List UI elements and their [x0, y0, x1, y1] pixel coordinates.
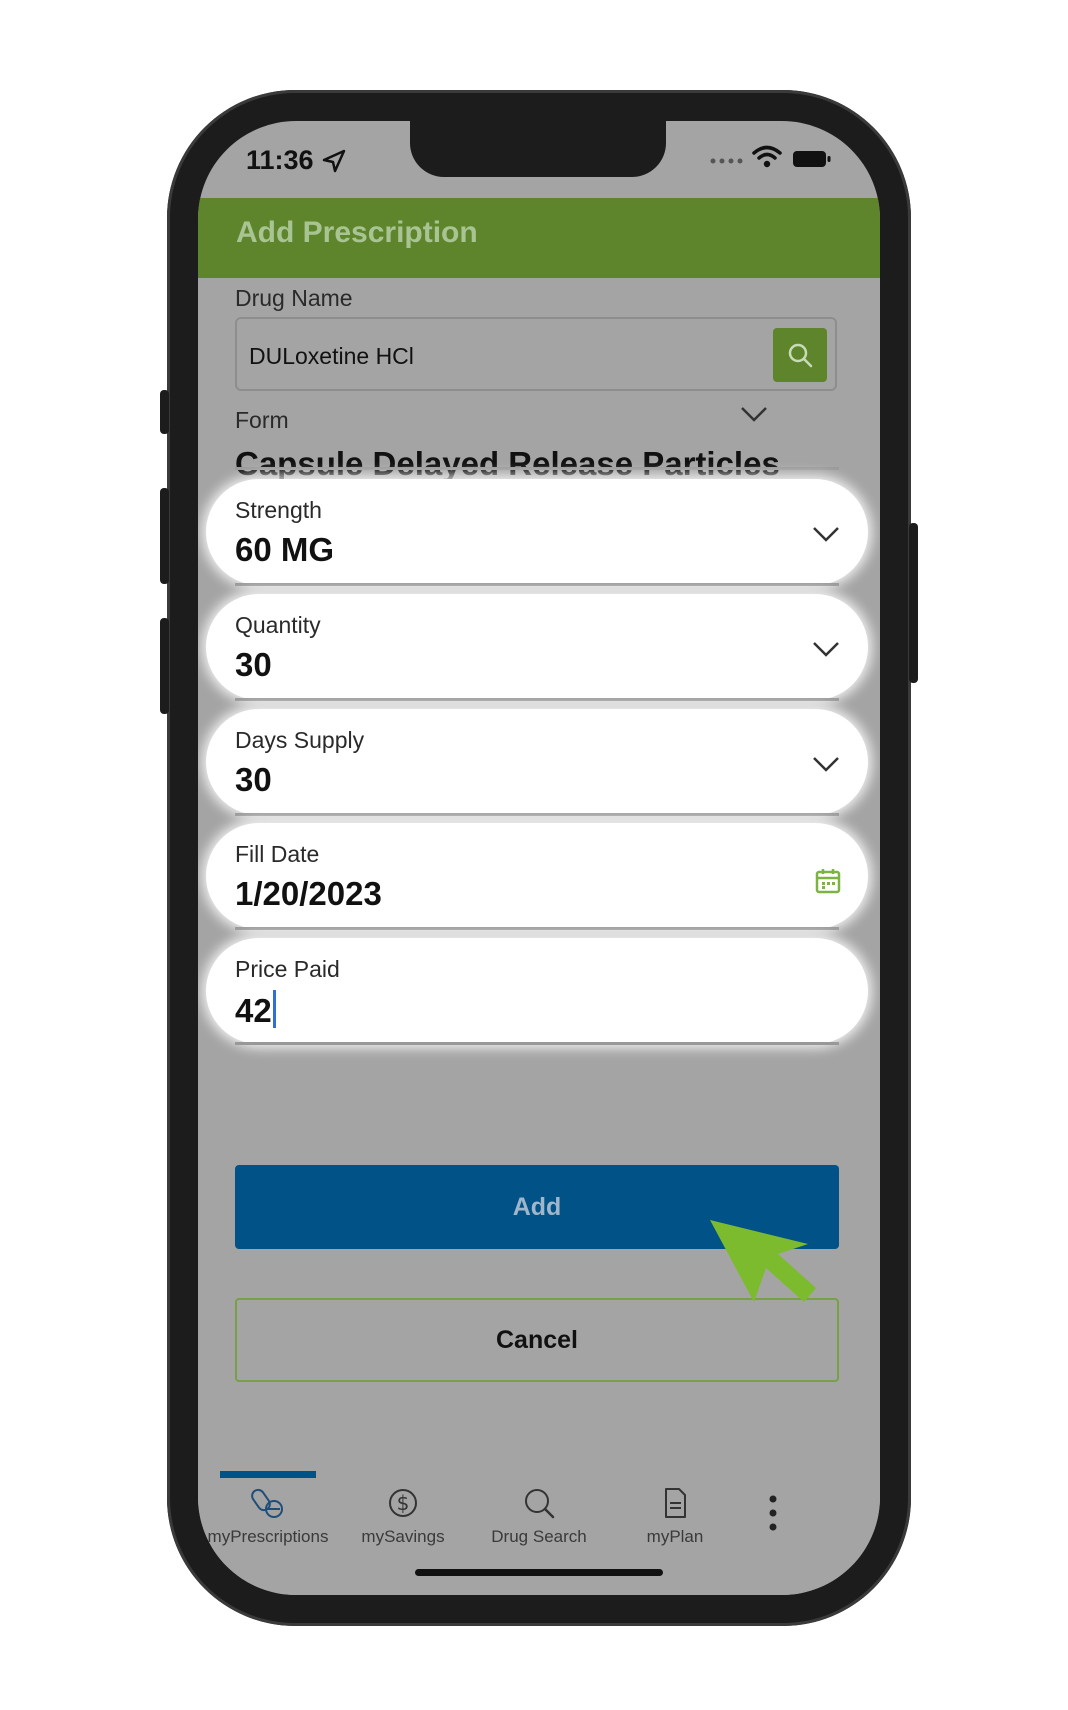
quantity-value: 30 — [235, 646, 272, 683]
active-tab-indicator — [220, 1471, 316, 1478]
chevron-down-icon — [813, 642, 839, 657]
strength-value: 60 MG — [235, 531, 335, 568]
fill-date-field[interactable]: Fill Date 1/20/2023 — [206, 823, 868, 929]
price-paid-field[interactable]: Price Paid 42 — [206, 938, 868, 1044]
pills-icon — [251, 1488, 283, 1518]
phone-side-button — [160, 618, 169, 714]
quantity-select[interactable]: Quantity 30 — [206, 594, 868, 700]
phone-side-button — [160, 488, 169, 584]
quantity-label: Quantity — [235, 612, 321, 638]
tab-myprescriptions[interactable]: myPrescriptions — [198, 1485, 343, 1547]
strength-select[interactable]: Strength 60 MG — [206, 479, 868, 585]
days-supply-label: Days Supply — [235, 727, 365, 753]
divider — [235, 927, 839, 930]
form-label: Form — [235, 407, 289, 433]
location-arrow-icon — [322, 149, 346, 173]
cancel-button[interactable]: Cancel — [235, 1298, 839, 1382]
chevron-down-icon[interactable] — [740, 405, 768, 423]
phone-side-button — [160, 390, 169, 434]
tab-mysavings[interactable]: $ mySavings — [328, 1485, 478, 1547]
pointer-arrow-icon — [710, 1220, 816, 1302]
fill-date-value: 1/20/2023 — [235, 875, 382, 912]
wifi-icon — [752, 145, 782, 168]
home-indicator — [415, 1569, 663, 1576]
svg-text:$: $ — [397, 1491, 410, 1515]
drug-search-button[interactable] — [773, 328, 827, 382]
search-icon — [788, 343, 813, 368]
divider — [235, 698, 839, 701]
document-icon — [665, 1488, 686, 1518]
app-header: Add Prescription — [198, 198, 880, 278]
tab-label: myPlan — [646, 1527, 704, 1546]
calendar-icon[interactable] — [814, 867, 842, 895]
strength-label: Strength — [235, 497, 322, 523]
dollar-icon: $ — [389, 1489, 417, 1517]
tab-label: Drug Search — [491, 1527, 587, 1546]
tab-myplan[interactable]: myPlan — [600, 1485, 750, 1547]
notch — [410, 121, 666, 177]
bottom-tab-bar: myPrescriptions $ mySavings Drug Search … — [198, 1471, 880, 1595]
search-icon — [525, 1489, 555, 1519]
price-paid-label: Price Paid — [235, 956, 340, 982]
price-paid-input[interactable]: 42 — [235, 990, 276, 1030]
tab-drug-search[interactable]: Drug Search — [464, 1485, 614, 1547]
text-caret — [272, 990, 276, 1028]
divider — [235, 467, 839, 470]
page-title: Add Prescription — [236, 216, 478, 249]
drug-name-input[interactable]: DULoxetine HCl — [235, 317, 837, 391]
price-paid-value: 42 — [235, 992, 272, 1029]
divider — [235, 1042, 839, 1045]
chevron-down-icon — [813, 527, 839, 542]
signal-dots-icon — [710, 158, 743, 164]
chevron-down-icon — [813, 757, 839, 772]
app-screen: 11:36 Add Prescription Drug Name DULoxet… — [198, 121, 880, 1595]
divider — [235, 583, 839, 586]
divider — [235, 813, 839, 816]
tab-label: myPrescriptions — [207, 1527, 329, 1546]
form-value[interactable]: Capsule Delayed Release Particles — [235, 445, 780, 483]
drug-name-value: DULoxetine HCl — [249, 343, 414, 369]
fill-date-label: Fill Date — [235, 841, 320, 867]
phone-side-button — [909, 523, 918, 683]
battery-icon — [793, 151, 831, 167]
days-supply-select[interactable]: Days Supply 30 — [206, 709, 868, 815]
days-supply-value: 30 — [235, 761, 272, 798]
drug-name-label: Drug Name — [235, 285, 353, 311]
more-vertical-icon[interactable] — [768, 1493, 778, 1533]
tab-label: mySavings — [361, 1527, 445, 1546]
status-time: 11:36 — [246, 145, 314, 175]
